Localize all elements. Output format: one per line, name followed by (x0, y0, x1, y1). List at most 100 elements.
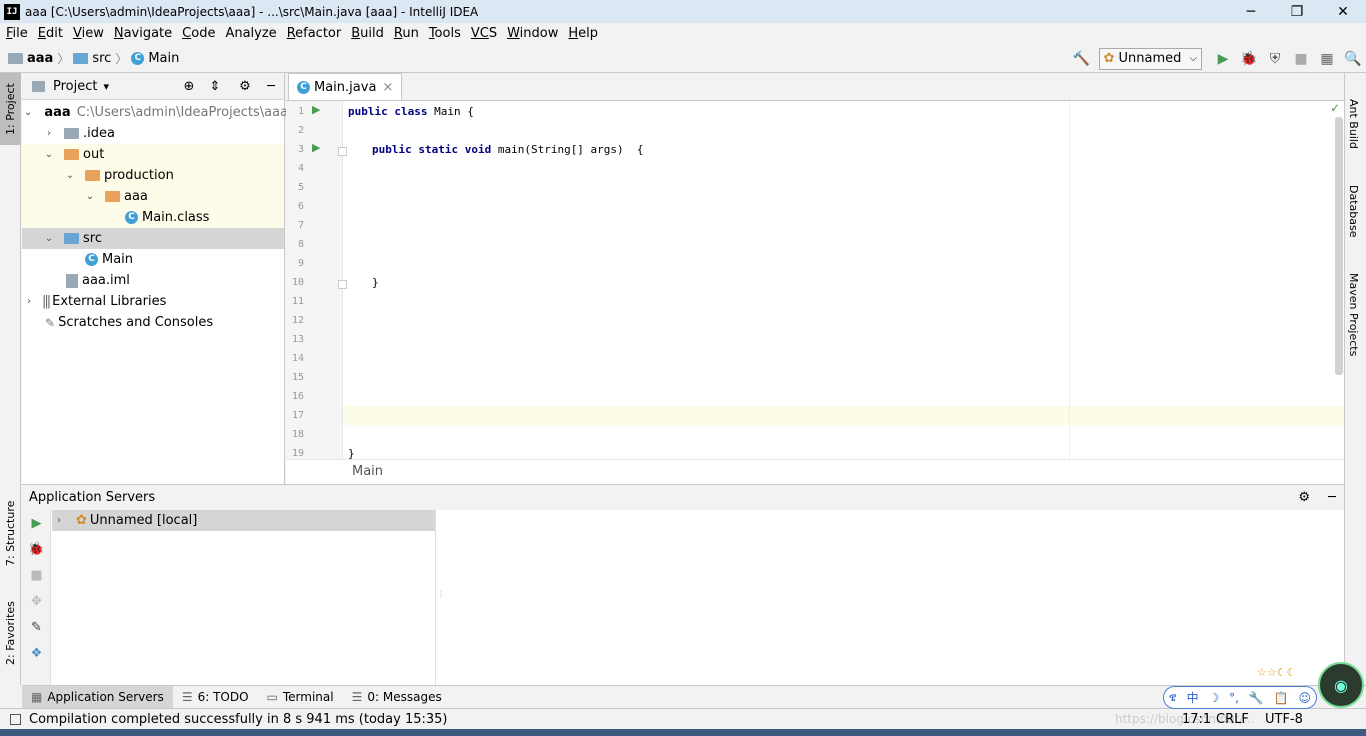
tree-node-aaa-output[interactable]: ⌄ aaa (22, 186, 284, 207)
expand-arrow-icon[interactable]: ⌄ (42, 149, 56, 160)
restore-button[interactable]: ❐ (1274, 0, 1320, 23)
stop-server-button[interactable]: ■ (22, 562, 51, 588)
build-hammer-icon[interactable]: 🔨 (1069, 48, 1095, 70)
minimize-button[interactable]: ─ (1228, 0, 1274, 23)
ime-icon[interactable]: °, (1229, 691, 1239, 705)
tab-todo[interactable]: ☰ 6: TODO (173, 686, 258, 709)
expand-arrow-icon[interactable]: › (52, 515, 66, 526)
menu-item-view[interactable]: View (68, 26, 109, 41)
tab-favorites[interactable]: 2: Favorites (0, 593, 21, 673)
expand-arrow-icon[interactable]: ⌄ (42, 233, 56, 244)
menu-item-analyze[interactable]: Analyze (220, 26, 281, 41)
tree-node-aaa-iml[interactable]: aaa.iml (22, 270, 284, 291)
tab-structure[interactable]: 7: Structure (0, 493, 21, 573)
debug-button[interactable]: 🐞 (1236, 48, 1262, 70)
file-encoding[interactable]: UTF-8 (1265, 712, 1303, 727)
expand-arrow-icon[interactable]: ⌄ (83, 191, 97, 202)
tab-messages[interactable]: ☰ 0: Messages (343, 686, 451, 709)
menu-item-window[interactable]: Window (502, 26, 563, 41)
menu-item-refactor[interactable]: Refactor (282, 26, 347, 41)
hide-panel-icon[interactable]: ─ (258, 79, 284, 94)
menu-item-tools[interactable]: Tools (424, 26, 466, 41)
menu-item-edit[interactable]: Edit (33, 26, 68, 41)
menu-item-code[interactable]: Code (177, 26, 220, 41)
tab-application-servers[interactable]: ▦ Application Servers (22, 685, 173, 709)
tree-node-src[interactable]: ⌄ src (22, 228, 284, 249)
project-structure-button[interactable]: ▦ (1314, 48, 1340, 70)
run-gutter-icon[interactable]: ▶ (312, 103, 320, 116)
breadcrumb-project[interactable]: aaa (27, 51, 53, 66)
debug-server-button[interactable]: 🐞 (22, 536, 51, 562)
tree-node-scratches[interactable]: ✎ Scratches and Consoles (22, 312, 284, 333)
ime-toolbar[interactable]: ዌ 中 ☽ °, 🔧 📋 ☺ (1163, 686, 1317, 709)
menu-item-vcs[interactable]: VCS (466, 26, 502, 41)
close-tab-icon[interactable]: × (382, 80, 393, 95)
list-item[interactable]: › ✿ Unnamed [local] (52, 510, 435, 531)
tree-node-aaa-root[interactable]: ⌄ aaa C:\Users\admin\IdeaProjects\aaa (22, 102, 288, 123)
expand-arrow-icon[interactable]: › (22, 296, 36, 307)
menu-item-file[interactable]: File (1, 26, 33, 41)
splitter-handle[interactable]: ⋮ (437, 590, 445, 599)
edit-configuration-icon[interactable]: ✎ (22, 614, 51, 640)
ime-icon[interactable]: 中 (1187, 689, 1199, 706)
tab-maven-projects[interactable]: Maven Projects (1347, 273, 1360, 356)
tree-node-label: aaa (124, 189, 148, 204)
menu-item-run[interactable]: Run (389, 26, 424, 41)
locate-target-icon[interactable]: ⊕ (176, 79, 202, 94)
tab-database[interactable]: Database (1347, 185, 1360, 238)
run-configuration-select[interactable]: ✿ Unnamed ⌵ (1098, 47, 1202, 70)
ime-icon[interactable]: 🔧 (1249, 691, 1264, 705)
ime-icon[interactable]: ዌ (1169, 690, 1177, 705)
avatar[interactable]: ◉ (1318, 662, 1364, 708)
tree-node-main[interactable]: C Main (22, 249, 284, 270)
run-server-button[interactable]: ▶ (22, 510, 51, 536)
run-button[interactable]: ▶ (1210, 48, 1236, 70)
menu-item-help[interactable]: Help (563, 26, 603, 41)
editor-breadcrumb[interactable]: Main (286, 459, 1344, 484)
tree-node-production[interactable]: ⌄ production (22, 165, 284, 186)
expand-arrow-icon[interactable]: ⌄ (63, 170, 77, 181)
stop-button[interactable]: ■ (1288, 48, 1314, 70)
breadcrumb-src[interactable]: src (92, 51, 111, 66)
status-message[interactable]: Compilation completed successfully in 8 … (29, 712, 448, 727)
expand-arrow-icon[interactable]: › (42, 128, 56, 139)
menu-item-build[interactable]: Build (346, 26, 389, 41)
chevron-down-icon[interactable]: ▾ (103, 80, 109, 93)
tab-project[interactable]: 1: Project (0, 73, 21, 145)
toggle-tool-windows-icon[interactable] (10, 713, 21, 725)
ime-icon[interactable]: ☽ (1209, 691, 1220, 705)
inspection-ok-icon[interactable]: ✓ (1330, 101, 1340, 115)
ime-icon[interactable]: 📋 (1274, 691, 1289, 705)
fold-marker-icon[interactable] (338, 147, 347, 156)
ime-icon[interactable]: ☺ (1298, 691, 1311, 705)
expand-arrow-icon[interactable]: ⌄ (24, 107, 32, 118)
breadcrumb-main[interactable]: Main (148, 51, 179, 66)
close-button[interactable]: ✕ (1320, 0, 1366, 23)
tree-node-label: Main (102, 252, 134, 267)
application-servers-panel: Application Servers ⚙ ─ ▶ 🐞 ■ ✥ ✎ ❖ › ✿ … (22, 484, 1344, 686)
artifact-icon[interactable]: ❖ (22, 640, 51, 666)
tab-terminal[interactable]: ▭ Terminal (258, 686, 343, 709)
tree-node-external-libraries[interactable]: › ||| External Libraries (22, 291, 284, 312)
project-panel-title[interactable]: Project (53, 79, 97, 94)
hide-panel-icon[interactable]: ─ (1328, 490, 1336, 505)
collapse-all-icon[interactable]: ⇕ (202, 79, 228, 94)
gear-icon[interactable]: ⚙ (1298, 490, 1310, 505)
deploy-icon[interactable]: ✥ (22, 588, 51, 614)
caret-position[interactable]: 17:1 (1182, 712, 1211, 727)
run-gutter-icon[interactable]: ▶ (312, 141, 320, 154)
editor-tab-main-java[interactable]: C Main.java × (288, 73, 403, 100)
gear-icon[interactable]: ⚙ (232, 79, 258, 94)
search-everywhere-button[interactable]: 🔍 (1340, 48, 1366, 70)
line-separator[interactable]: CRLF (1216, 712, 1249, 727)
fold-marker-icon[interactable] (338, 280, 347, 289)
tree-node-main-class[interactable]: C Main.class (22, 207, 284, 228)
tree-node-idea[interactable]: › .idea (22, 123, 284, 144)
editor-scrollbar[interactable] (1335, 117, 1343, 375)
tab-ant-build[interactable]: Ant Build (1347, 99, 1360, 149)
coverage-button[interactable]: ⛨ (1262, 48, 1288, 70)
line-number: 5 (297, 182, 304, 193)
menu-item-navigate[interactable]: Navigate (109, 26, 177, 41)
tree-node-out[interactable]: ⌄ out (22, 144, 284, 165)
breadcrumb-separator: 〉 (115, 51, 128, 66)
